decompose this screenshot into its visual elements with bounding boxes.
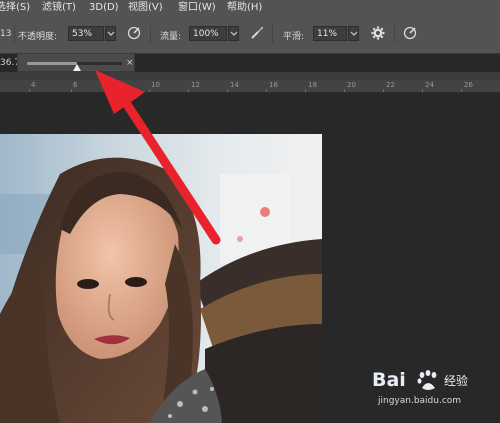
- ruler-label: 8: [113, 81, 118, 89]
- ruler-label: 18: [308, 81, 317, 89]
- smoothing-input[interactable]: 11%: [313, 26, 347, 41]
- chevron-down-icon: [350, 31, 358, 36]
- watermark: Bai 经验 jingyan.baidu.com: [372, 369, 500, 423]
- menu-window[interactable]: 窗口(W): [178, 0, 216, 16]
- menu-3d[interactable]: 3D(D): [89, 0, 119, 16]
- pressure-size-icon[interactable]: [402, 25, 418, 41]
- ruler-tick: [344, 89, 345, 92]
- ruler-tick: [29, 89, 30, 92]
- document-photo[interactable]: [0, 134, 322, 423]
- ruler-label: 20: [347, 81, 356, 89]
- horizontal-ruler: 4 6 8 10 12 14 16 18 20 22 24 26: [0, 80, 500, 93]
- chevron-down-icon: [230, 31, 238, 36]
- opacity-input[interactable]: 53%: [68, 26, 104, 41]
- ruler-label: 26: [464, 81, 473, 89]
- smoothing-label: 平滑:: [283, 32, 305, 42]
- close-popup-icon[interactable]: ×: [126, 58, 134, 68]
- opacity-slider-track[interactable]: [27, 62, 122, 71]
- ruler-label: 4: [31, 81, 36, 89]
- flow-dropdown-button[interactable]: [228, 26, 239, 41]
- brush-size-value[interactable]: 13: [0, 29, 11, 39]
- portrait-image: [0, 134, 322, 423]
- flow-label: 流量:: [160, 32, 182, 42]
- ruler-tick: [383, 89, 384, 92]
- ruler-tick: [266, 89, 267, 92]
- separator: [394, 25, 395, 43]
- ruler-tick: [188, 89, 189, 92]
- options-bar: 13 不透明度: 53% 流量: 100% 平滑: 11%: [0, 16, 500, 54]
- menu-bar: 选择(S) 滤镜(T) 3D(D) 视图(V) 窗口(W) 帮助(H): [0, 0, 500, 16]
- gear-icon[interactable]: [370, 25, 386, 41]
- menu-help[interactable]: 帮助(H): [227, 0, 262, 16]
- flow-input[interactable]: 100%: [189, 26, 227, 41]
- ruler-label: 22: [386, 81, 395, 89]
- ruler-label: 12: [191, 81, 200, 89]
- chevron-down-icon: [107, 31, 115, 36]
- ruler-tick: [227, 89, 228, 92]
- ruler-tick: [422, 89, 423, 92]
- ruler-tick: [305, 89, 306, 92]
- menu-filter[interactable]: 滤镜(T): [42, 0, 76, 16]
- separator: [14, 25, 15, 43]
- watermark-logo-suffix: 经验: [444, 374, 469, 388]
- ruler-tick: [71, 89, 72, 92]
- menu-view[interactable]: 视图(V): [128, 0, 163, 16]
- watermark-logo: Bai: [372, 369, 406, 391]
- opacity-label: 不透明度:: [18, 32, 58, 42]
- ruler-label: 6: [73, 81, 78, 89]
- ruler-tick: [149, 89, 150, 92]
- ruler-tick: [110, 89, 111, 92]
- ruler-label: 16: [269, 81, 278, 89]
- airbrush-icon[interactable]: [249, 25, 265, 41]
- watermark-url: jingyan.baidu.com: [378, 396, 462, 406]
- ruler-label: 24: [425, 81, 434, 89]
- separator: [150, 25, 151, 43]
- ruler-label: 10: [151, 81, 160, 89]
- opacity-slider-fill: [27, 62, 78, 65]
- opacity-dropdown-button[interactable]: [105, 26, 116, 41]
- smoothing-dropdown-button[interactable]: [348, 26, 359, 41]
- ruler-label: 14: [230, 81, 239, 89]
- opacity-slider-thumb[interactable]: [73, 64, 82, 71]
- menu-select[interactable]: 选择(S): [0, 0, 30, 16]
- ruler-tick: [461, 89, 462, 92]
- separator: [272, 25, 273, 43]
- opacity-slider-popup: [17, 53, 135, 72]
- document-tab-strip: [0, 72, 500, 80]
- pressure-opacity-icon[interactable]: [126, 25, 142, 41]
- paw-icon: [417, 370, 437, 390]
